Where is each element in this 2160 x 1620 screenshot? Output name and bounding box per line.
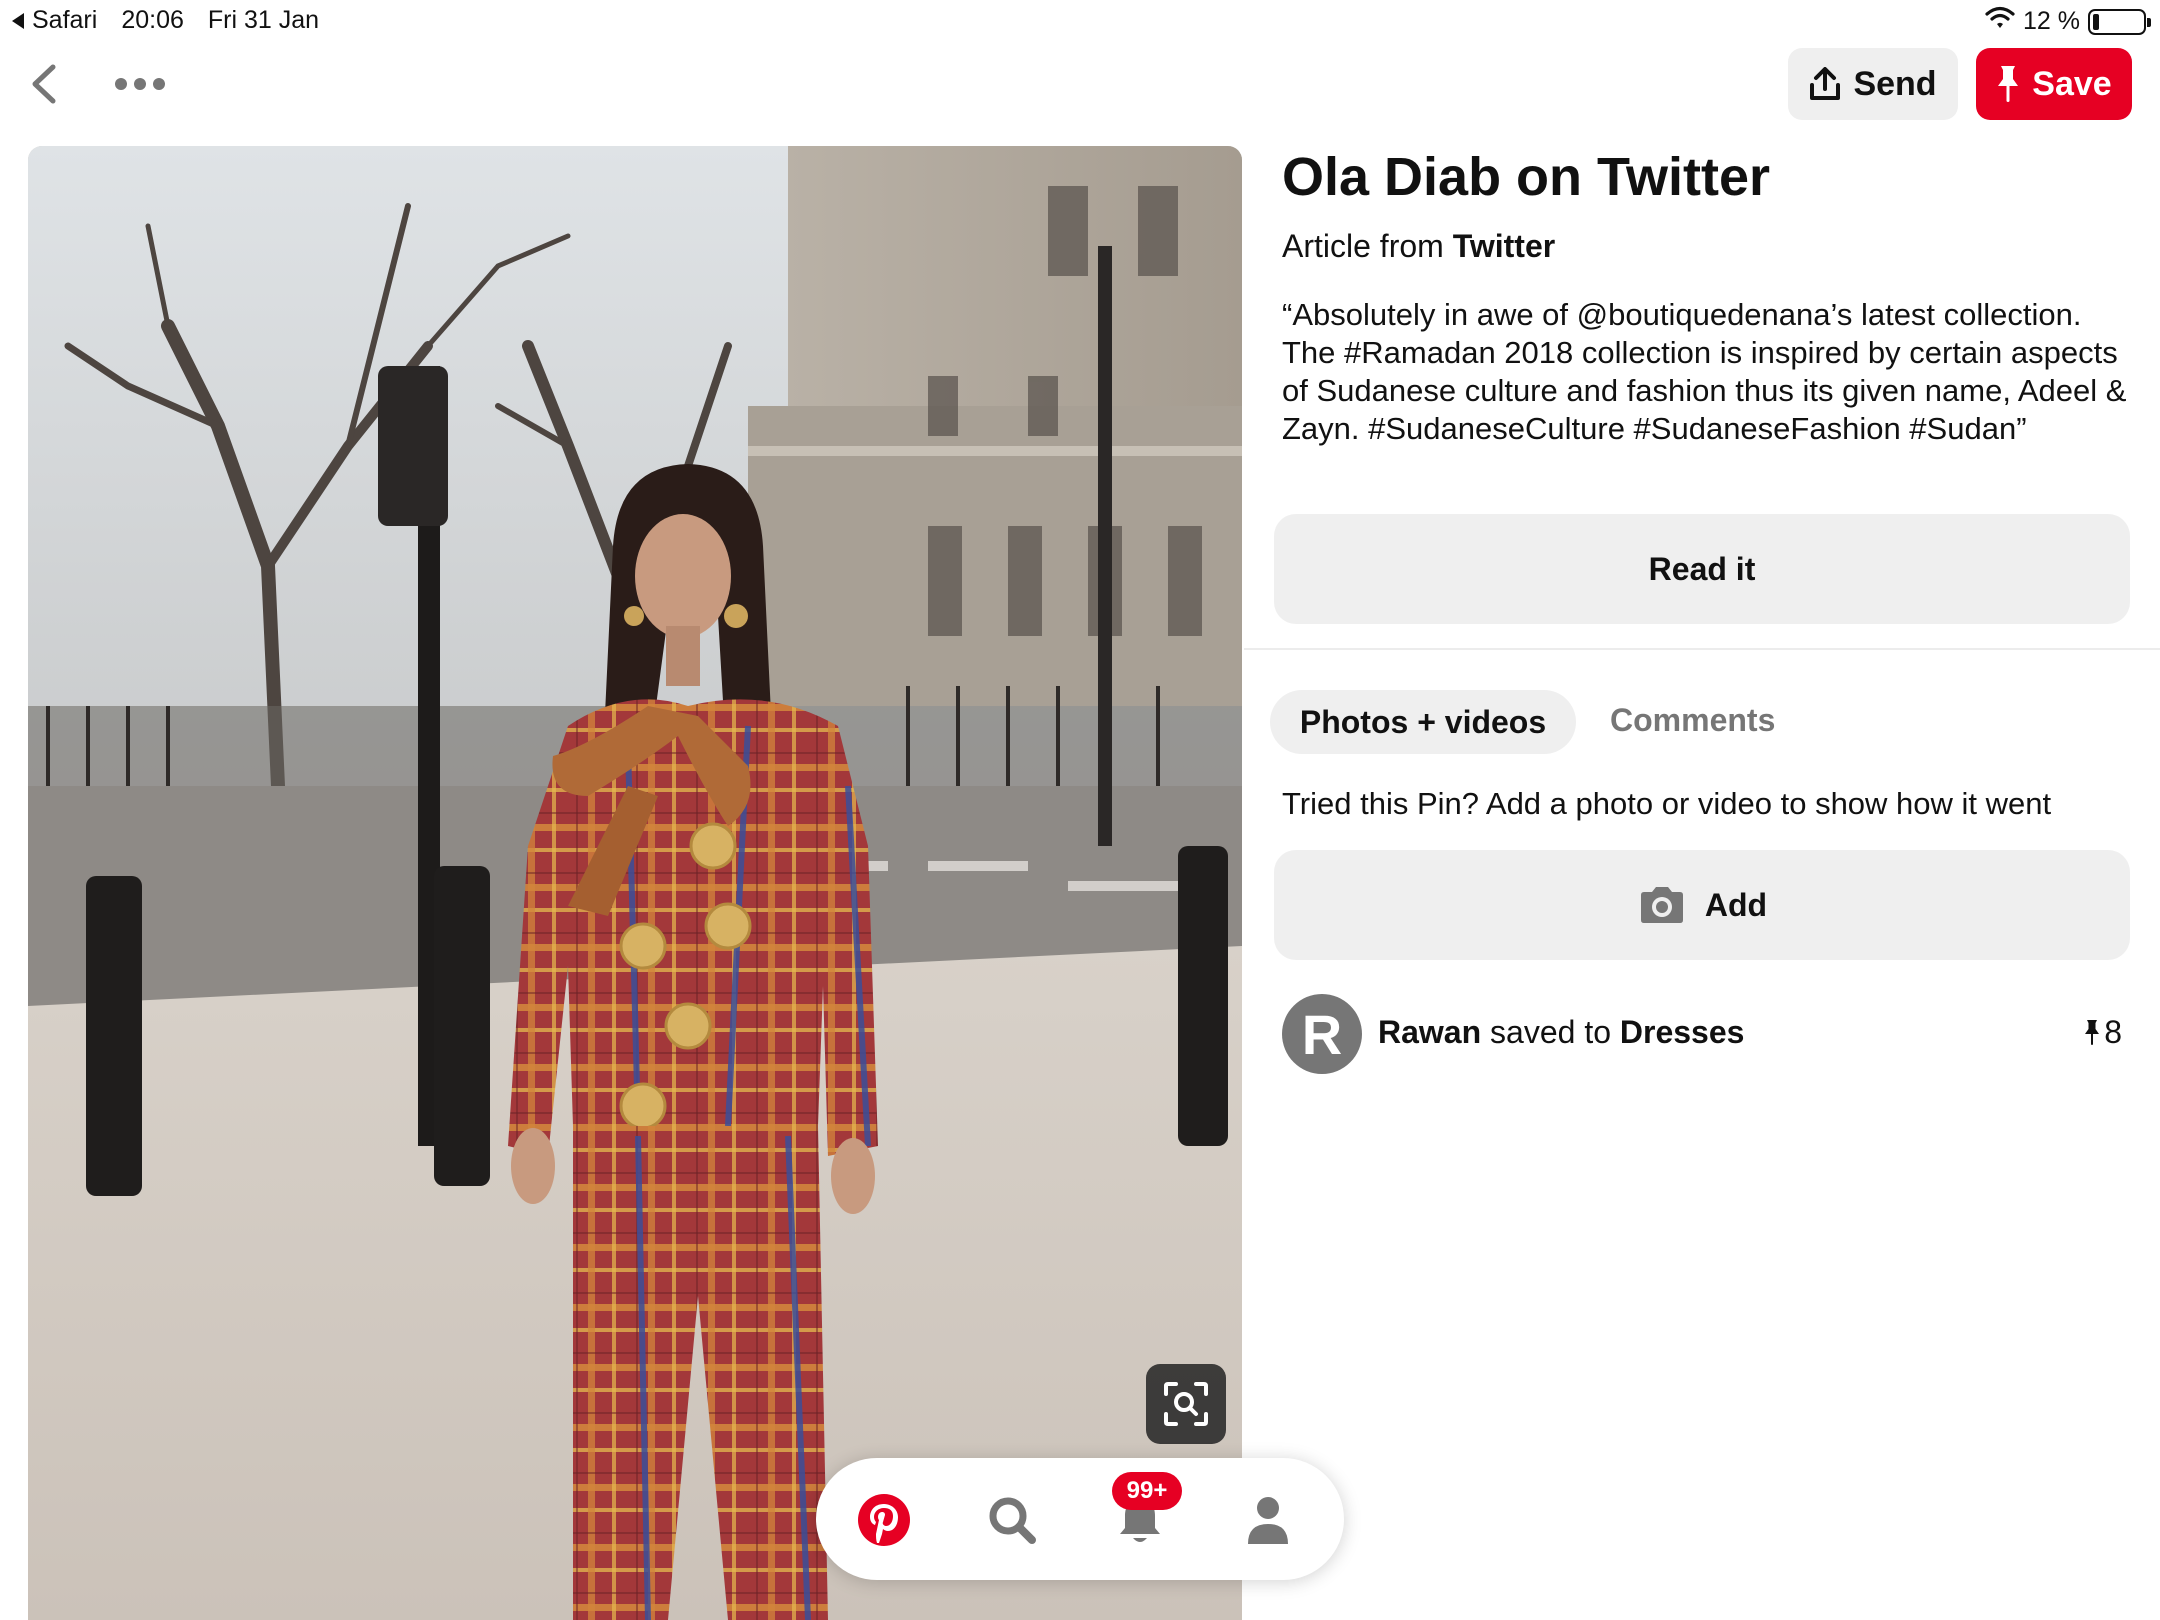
read-it-button[interactable]: Read it bbox=[1274, 514, 2130, 624]
back-to-app-link[interactable]: Safari bbox=[12, 6, 97, 35]
tab-comments-label: Comments bbox=[1610, 702, 1776, 738]
more-options-button[interactable] bbox=[110, 62, 170, 106]
section-divider bbox=[1244, 648, 2160, 650]
add-photo-button[interactable]: Add bbox=[1274, 850, 2130, 960]
send-button[interactable]: Send bbox=[1788, 48, 1958, 120]
pushpin-small-icon bbox=[2085, 1019, 2100, 1045]
visual-search-button[interactable] bbox=[1146, 1364, 1226, 1444]
pin-description: “Absolutely in awe of @boutiquedenana’s … bbox=[1282, 297, 2127, 446]
status-date: Fri 31 Jan bbox=[207, 6, 320, 34]
status-bar: Safari 20:06 Fri 31 Jan 12 % bbox=[0, 0, 2160, 40]
search-icon bbox=[989, 1497, 1036, 1544]
pin-image[interactable] bbox=[28, 146, 1242, 1620]
avatar[interactable]: R bbox=[1282, 994, 1362, 1074]
pin-source: Article from Twitter bbox=[1282, 228, 1555, 265]
save-button[interactable]: Save bbox=[1976, 48, 2132, 120]
lens-search-icon bbox=[1164, 1382, 1208, 1426]
source-prefix: Article from bbox=[1282, 228, 1444, 264]
pinterest-logo-icon bbox=[858, 1494, 910, 1546]
back-triangle-icon bbox=[12, 12, 24, 29]
save-count-value: 8 bbox=[2104, 1014, 2122, 1050]
notification-badge: 99+ bbox=[1112, 1472, 1182, 1510]
tab-photos-videos[interactable]: Photos + videos bbox=[1270, 690, 1576, 754]
battery-icon bbox=[2088, 8, 2151, 35]
saver-name[interactable]: Rawan bbox=[1378, 1014, 1481, 1050]
tab-photos-label: Photos + videos bbox=[1299, 703, 1547, 740]
nav-search[interactable] bbox=[974, 1482, 1050, 1558]
chevron-left-icon bbox=[32, 64, 56, 104]
tried-pin-prompt: Tried this Pin? Add a photo or video to … bbox=[1282, 786, 2052, 821]
read-it-label: Read it bbox=[1648, 550, 1756, 587]
send-label: Send bbox=[1853, 64, 1937, 103]
pushpin-icon bbox=[1998, 66, 2019, 102]
profile-icon bbox=[1248, 1497, 1288, 1544]
pin-title: Ola Diab on Twitter bbox=[1282, 147, 1771, 207]
saved-to-text: saved to bbox=[1490, 1014, 1611, 1050]
battery-level-fill bbox=[2093, 13, 2099, 30]
avatar-letter: R bbox=[1301, 1002, 1343, 1066]
share-upload-icon bbox=[1810, 67, 1841, 100]
camera-icon bbox=[1640, 887, 1683, 923]
status-time: 20:06 bbox=[121, 6, 184, 34]
back-button[interactable] bbox=[24, 60, 64, 108]
saved-by-row[interactable]: R Rawan saved to Dresses 8 bbox=[1282, 994, 2122, 1074]
save-count: 8 bbox=[2084, 1014, 2122, 1051]
nav-home[interactable] bbox=[846, 1482, 922, 1558]
board-name[interactable]: Dresses bbox=[1620, 1014, 1745, 1050]
nav-profile[interactable] bbox=[1230, 1482, 1306, 1558]
bottom-navigation: 99+ bbox=[816, 1458, 1344, 1580]
source-name-link[interactable]: Twitter bbox=[1453, 228, 1556, 264]
battery-percent: 12 % bbox=[2023, 7, 2080, 35]
saved-by-text: Rawan saved to Dresses bbox=[1378, 1014, 1744, 1051]
ellipsis-icon bbox=[115, 78, 165, 90]
save-label: Save bbox=[2032, 64, 2112, 103]
fashion-photo-illustration bbox=[28, 146, 1242, 1620]
wifi-icon bbox=[1985, 6, 2015, 37]
add-label: Add bbox=[1704, 886, 1768, 923]
tab-comments[interactable]: Comments bbox=[1610, 702, 1775, 739]
back-app-label: Safari bbox=[32, 6, 98, 34]
